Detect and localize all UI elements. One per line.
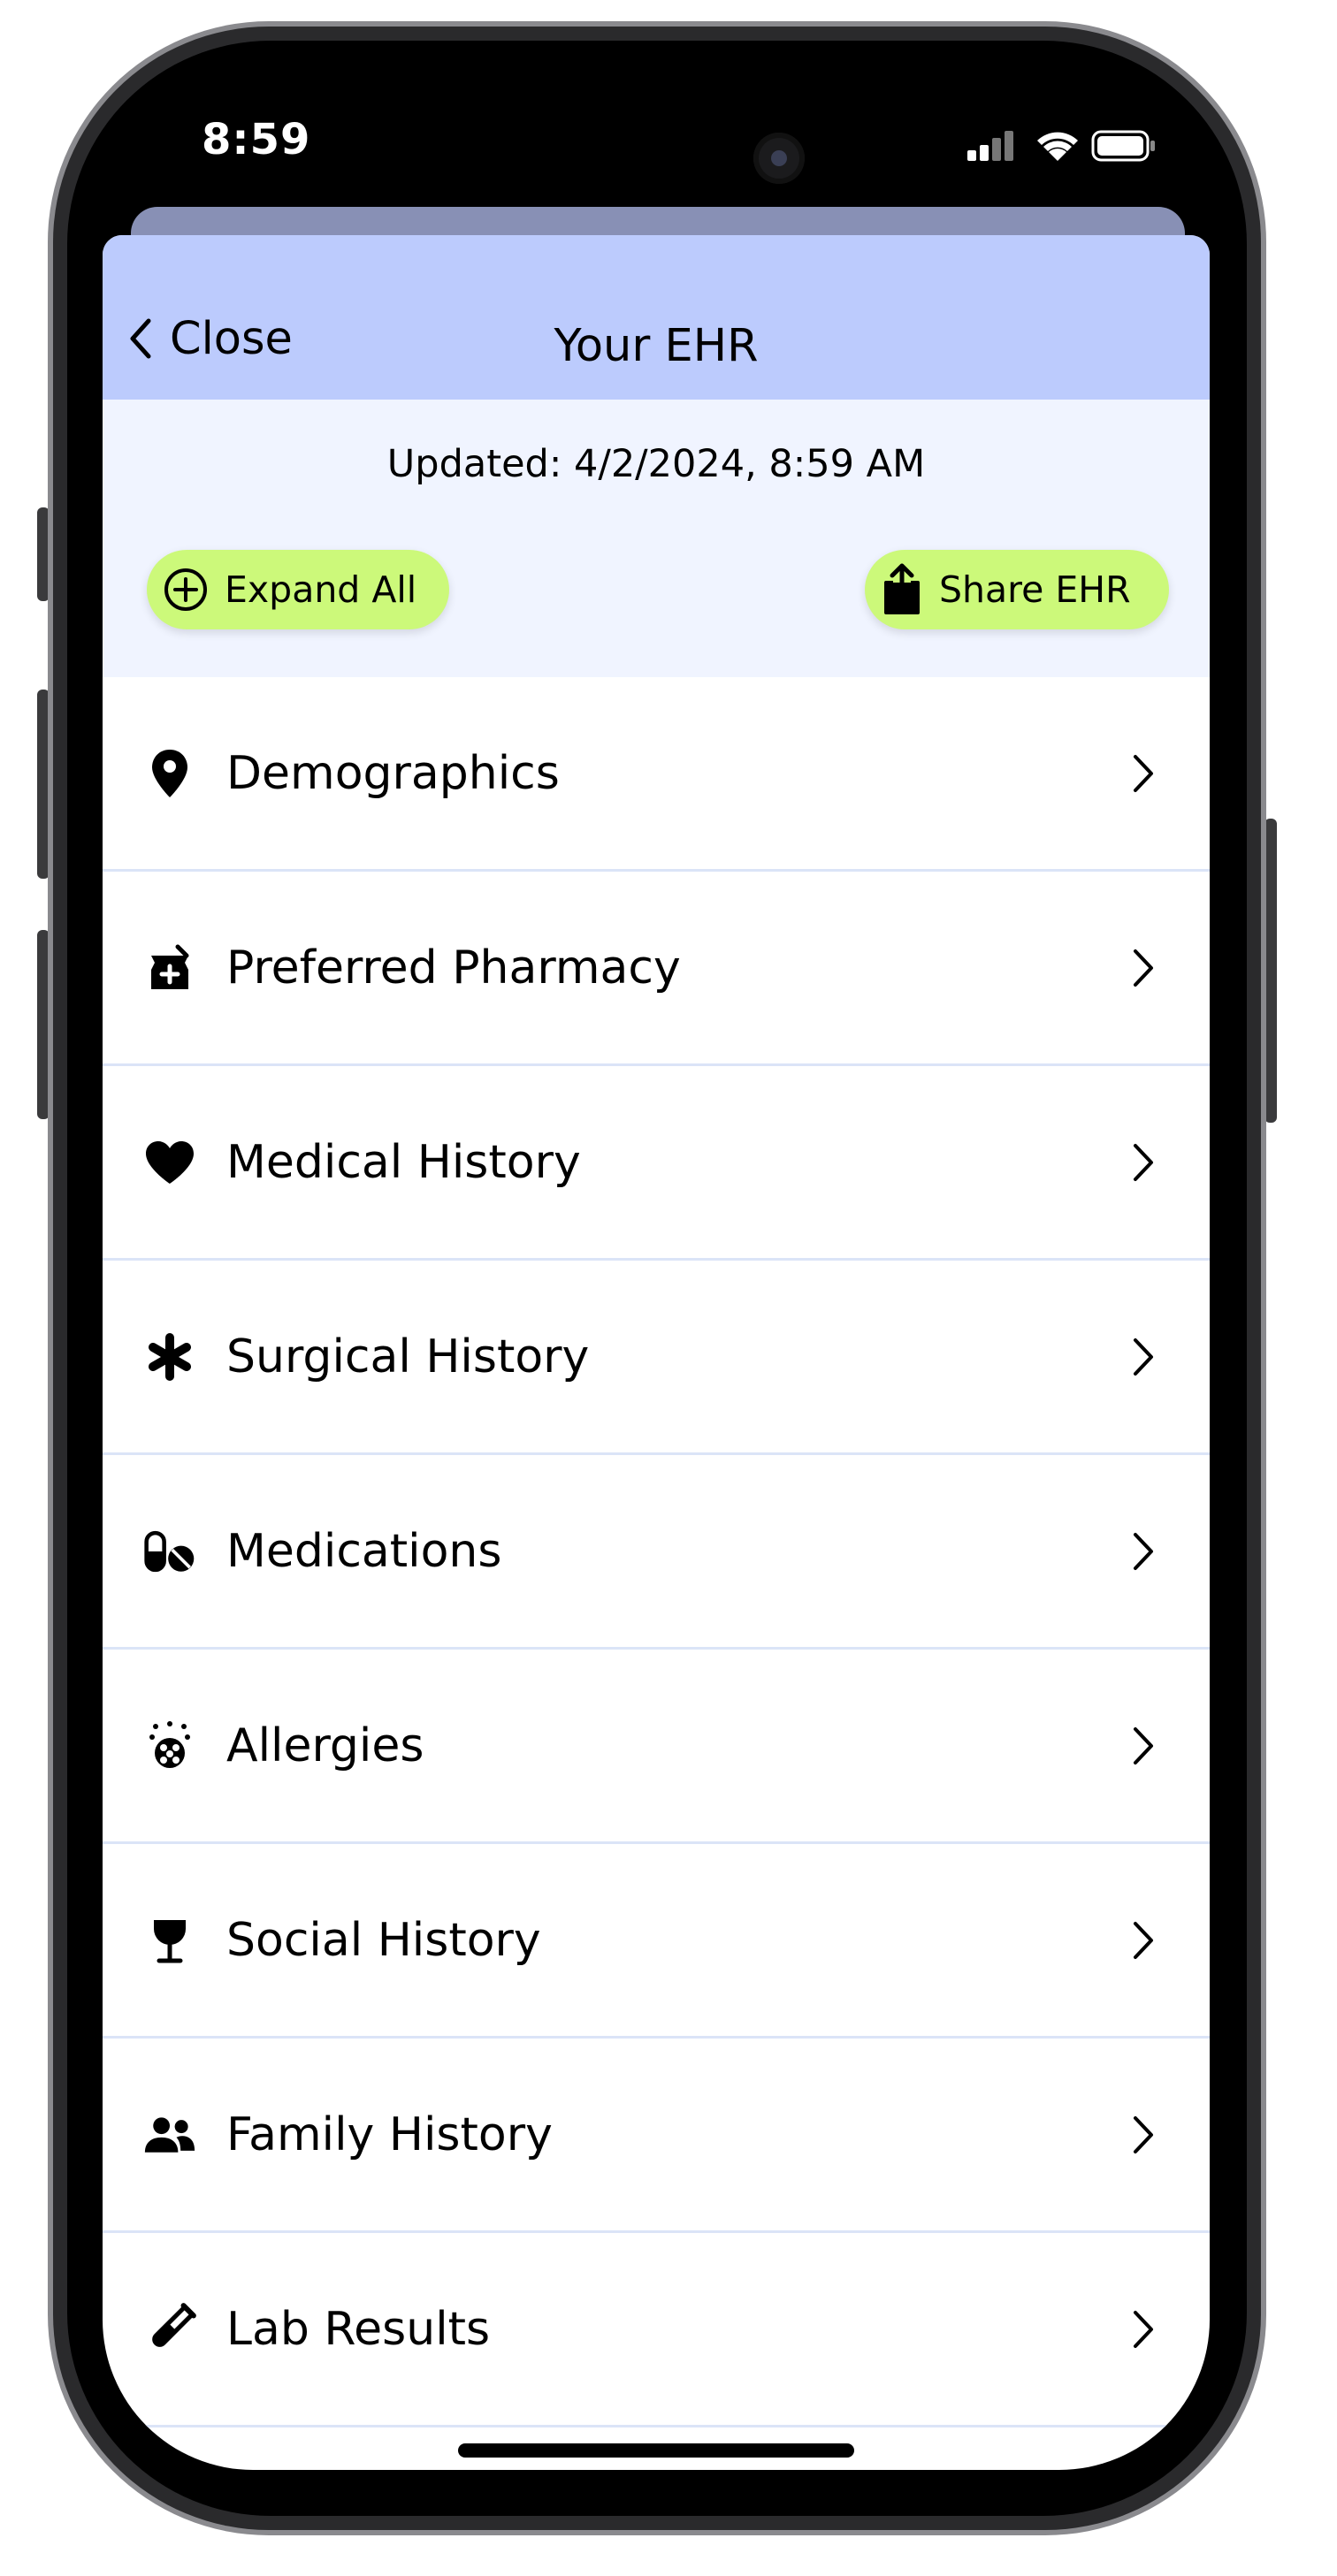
section-row-lab-results[interactable]: Lab Results [103,2233,1210,2427]
wifi-icon [1037,132,1078,161]
navigation-bar: Close Your EHR [103,235,1210,400]
status-time: 8:59 [202,115,311,164]
section-row-medications[interactable]: Medications [103,1455,1210,1650]
section-label: Allergies [226,1719,424,1772]
section-row-allergies[interactable]: Allergies [103,1650,1210,1844]
battery-icon [1091,130,1155,162]
section-label: Social History [226,1913,541,1967]
chevron-right-icon [1134,2115,1153,2153]
expand-all-label: Expand All [225,568,417,611]
share-ehr-label: Share EHR [939,568,1131,611]
pharmacy-icon [143,941,196,995]
ehr-section-list: Demographics Preferred Pharmacy Medical … [103,677,1210,2427]
cellular-signal-icon [967,131,1013,161]
section-label: Medications [226,1524,502,1578]
allergen-icon [143,1719,196,1772]
chevron-right-icon [1134,949,1153,987]
section-row-preferred-pharmacy[interactable]: Preferred Pharmacy [103,872,1210,1066]
pills-icon [143,1525,196,1578]
section-row-surgical-history[interactable]: Surgical History [103,1261,1210,1455]
asterisk-icon [143,1330,196,1383]
section-row-medical-history[interactable]: Medical History [103,1066,1210,1261]
section-row-demographics[interactable]: Demographics [103,677,1210,872]
section-label: Demographics [226,746,560,800]
section-row-social-history[interactable]: Social History [103,1844,1210,2039]
location-pin-icon [143,747,196,800]
page-title: Your EHR [554,320,759,372]
section-label: Family History [226,2107,553,2161]
chevron-right-icon [1134,1726,1153,1764]
chevron-right-icon [1134,754,1153,792]
section-label: Lab Results [226,2302,491,2356]
home-indicator[interactable] [458,2443,854,2458]
updated-timestamp: Updated: 4/2/2024, 8:59 AM [386,442,926,486]
wine-glass-icon [143,1914,196,1967]
section-label: Surgical History [226,1330,590,1383]
heart-icon [143,1136,196,1189]
ehr-sheet: Close Your EHR Updated: 4/2/2024, 8:59 A… [103,235,1210,2470]
share-icon [881,563,923,616]
chevron-right-icon [1134,1143,1153,1181]
status-icons [962,124,1174,168]
power-button [1264,819,1277,1123]
plus-circle-icon [163,567,209,613]
front-camera [753,133,805,184]
chevron-right-icon [1134,1921,1153,1959]
section-label: Preferred Pharmacy [226,941,681,995]
test-tube-icon [143,2302,196,2356]
expand-all-button[interactable]: Expand All [147,550,449,629]
people-icon [143,2108,196,2161]
section-row-family-history[interactable]: Family History [103,2039,1210,2233]
info-area: Updated: 4/2/2024, 8:59 AM Expand All Sh… [103,400,1210,677]
chevron-right-icon [1134,1338,1153,1376]
share-ehr-button[interactable]: Share EHR [865,550,1169,629]
chevron-right-icon [1134,2310,1153,2348]
chevron-right-icon [1134,1532,1153,1570]
section-label: Medical History [226,1135,581,1189]
